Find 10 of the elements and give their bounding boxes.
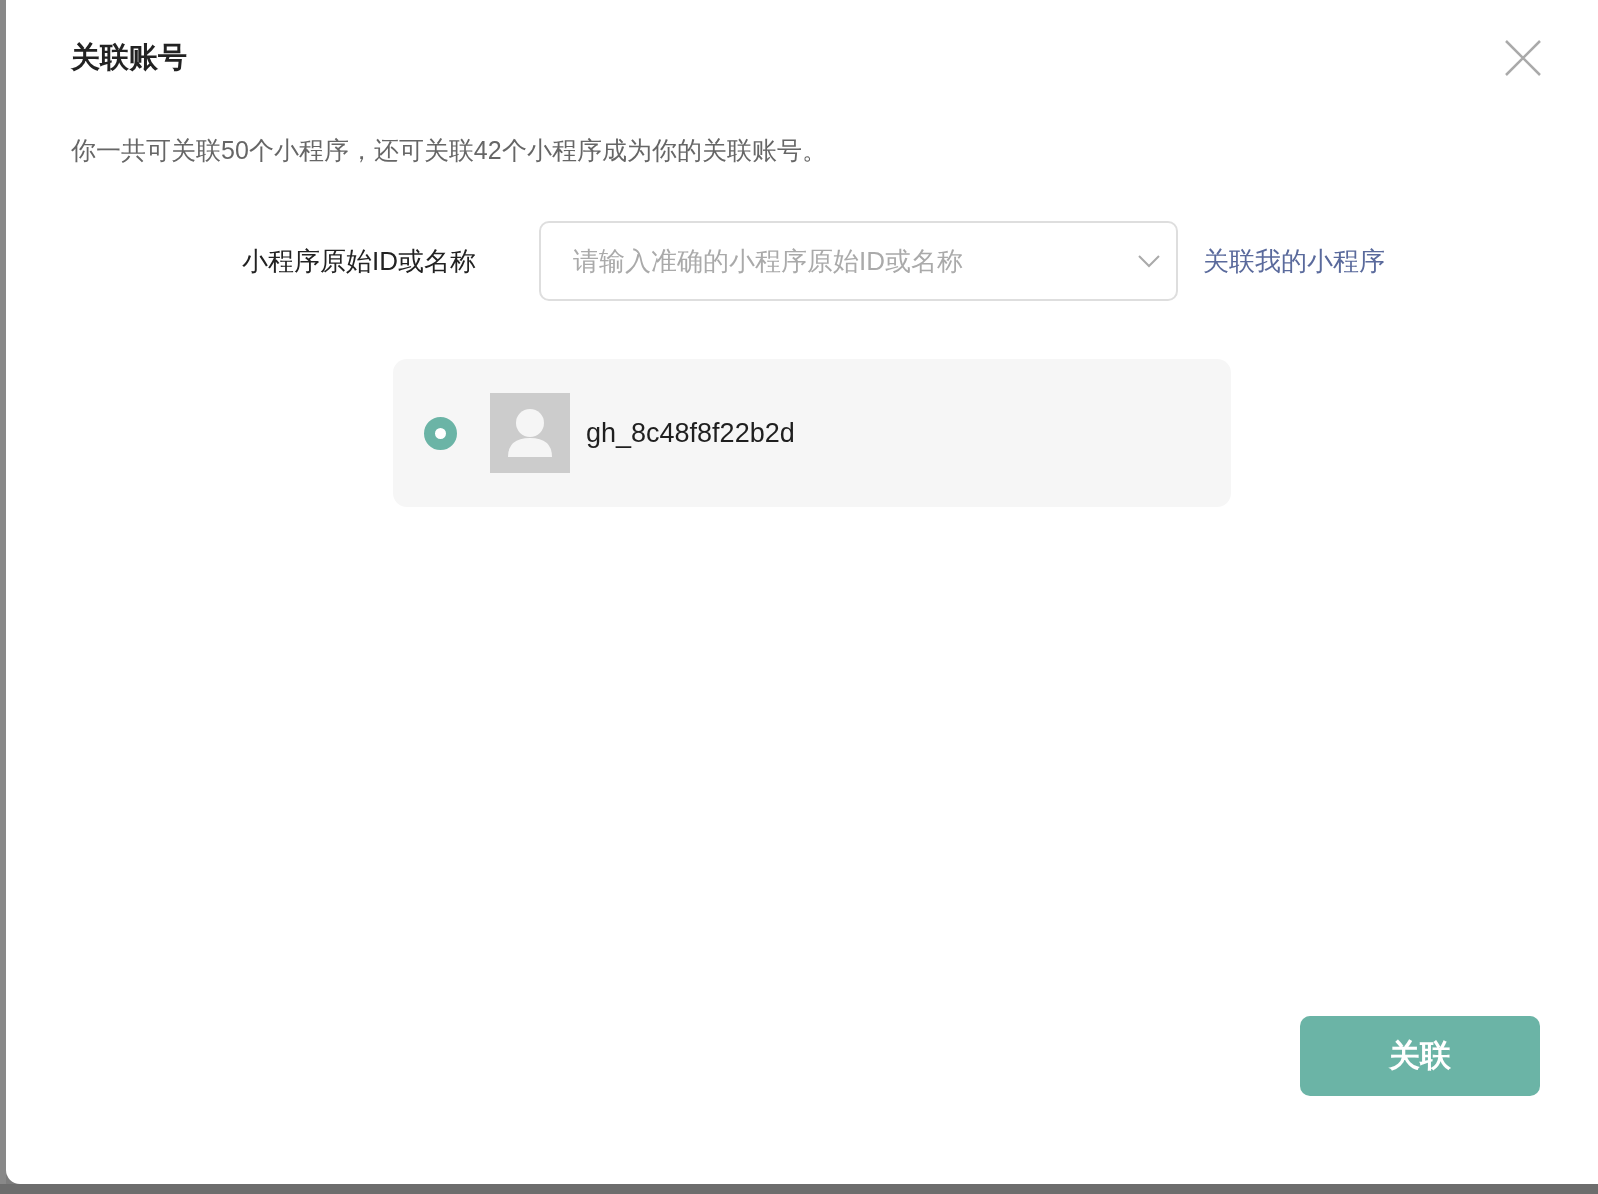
link-my-program-link[interactable]: 关联我的小程序 xyxy=(1203,243,1385,279)
search-field[interactable]: 请输入准确的小程序原始ID或名称 xyxy=(539,221,1178,301)
avatar-icon xyxy=(490,393,570,473)
chevron-down-icon[interactable] xyxy=(1138,254,1160,268)
radio-button[interactable] xyxy=(424,416,457,450)
close-icon[interactable] xyxy=(1503,38,1543,78)
field-label: 小程序原始ID或名称 xyxy=(241,244,477,278)
description-text: 你一共可关联50个小程序，还可关联42个小程序成为你的关联账号。 xyxy=(71,135,828,166)
dialog-title: 关联账号 xyxy=(71,40,187,75)
mini-program-id: gh_8c48f8f22b2d xyxy=(586,417,795,449)
